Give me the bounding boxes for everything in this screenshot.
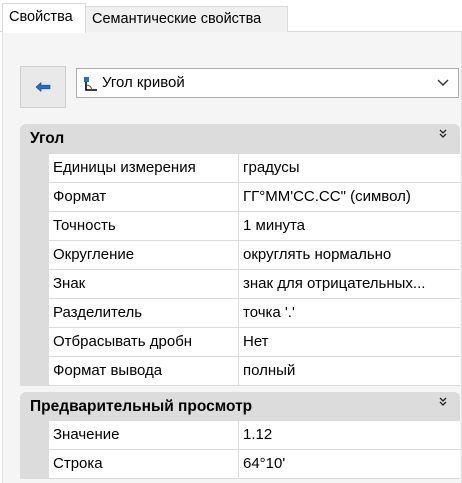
property-name: Строка xyxy=(49,450,239,479)
property-row[interactable]: Знак знак для отрицательных... xyxy=(20,270,460,299)
property-row[interactable]: Строка 64°10' xyxy=(20,450,460,479)
object-type-value: Угол кривой xyxy=(102,74,185,91)
tab-properties[interactable]: Свойства xyxy=(2,3,86,33)
property-row[interactable]: Значение 1.12 xyxy=(20,421,460,450)
property-row[interactable]: Округление округлять нормально xyxy=(20,241,460,270)
property-row[interactable]: Разделитель точка '.' xyxy=(20,299,460,328)
property-row[interactable]: Точность 1 минута xyxy=(20,212,460,241)
property-name: Округление xyxy=(49,241,239,270)
section-header-preview[interactable]: Предварительный просмотр xyxy=(20,392,460,422)
property-row[interactable]: Формат вывода полный xyxy=(20,357,460,386)
tab-semantic-properties[interactable]: Семантические свойства xyxy=(85,6,288,32)
property-name: Формат вывода xyxy=(49,357,239,386)
property-value[interactable]: Нет xyxy=(239,328,460,357)
property-name: Отбрасывать дробн xyxy=(49,328,239,357)
property-name: Единицы измерения xyxy=(49,154,239,183)
object-type-select[interactable]: Угол кривой xyxy=(76,68,459,98)
back-button[interactable] xyxy=(20,66,66,108)
property-row[interactable]: Формат ГГ°ММ'СС.СС" (символ) xyxy=(20,183,460,212)
property-name: Значение xyxy=(49,421,239,450)
property-row[interactable]: Отбрасывать дробн Нет xyxy=(20,328,460,357)
section-title: Угол xyxy=(30,130,65,147)
property-grid-angle: Единицы измерения градусы Формат ГГ°ММ'СС.… xyxy=(20,154,460,386)
property-value[interactable]: округлять нормально xyxy=(239,241,460,270)
property-value[interactable]: полный xyxy=(239,357,460,386)
double-chevron-up-icon[interactable] xyxy=(436,127,450,141)
property-value[interactable]: 1 минута xyxy=(239,212,460,241)
property-name: Точность xyxy=(49,212,239,241)
curve-angle-icon xyxy=(84,77,97,91)
dropdown-toggle[interactable] xyxy=(428,69,458,97)
property-value[interactable]: 64°10' xyxy=(239,450,460,479)
property-grid-preview: Значение 1.12 Строка 64°10' xyxy=(20,421,460,479)
property-value[interactable]: градусы xyxy=(239,154,460,183)
section-header-angle[interactable]: Угол xyxy=(20,124,460,154)
property-value[interactable]: ГГ°ММ'СС.СС" (символ) xyxy=(239,183,460,212)
chevron-down-icon xyxy=(437,79,449,86)
tab-bar: Свойства Семантические свойства xyxy=(0,0,462,33)
property-value[interactable]: 1.12 xyxy=(239,421,460,450)
property-value[interactable]: знак для отрицательных... xyxy=(239,270,460,299)
property-name: Формат xyxy=(49,183,239,212)
property-row[interactable]: Единицы измерения градусы xyxy=(20,154,460,183)
property-name: Знак xyxy=(49,270,239,299)
double-chevron-up-icon[interactable] xyxy=(436,395,450,409)
property-value[interactable]: точка '.' xyxy=(239,299,460,328)
property-name: Разделитель xyxy=(49,299,239,328)
blue-left-arrow-icon xyxy=(35,81,51,93)
section-title: Предварительный просмотр xyxy=(30,398,253,415)
